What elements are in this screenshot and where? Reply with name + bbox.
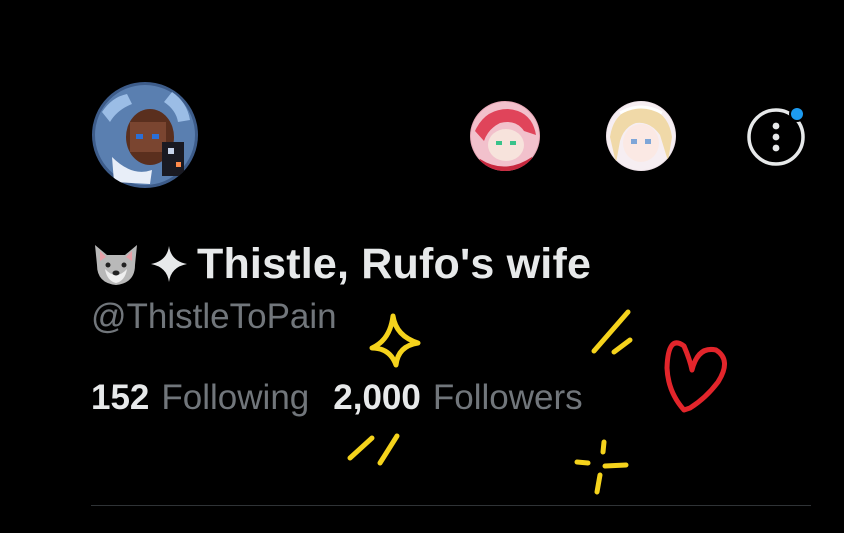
following-count: 152: [91, 378, 150, 417]
more-options-button[interactable]: [745, 106, 807, 168]
cross-line-1: [600, 439, 607, 455]
followers-label: Followers: [432, 378, 583, 417]
cross-line-2: [574, 459, 591, 466]
followers-link[interactable]: 2,000 Followers: [333, 378, 582, 418]
excitement-line-4: [377, 433, 400, 466]
profile-handle: @ThistleToPain: [91, 297, 337, 336]
switch-account-avatar-1[interactable]: [470, 101, 540, 171]
following-link[interactable]: 152 Following: [91, 378, 309, 418]
switch-account-avatar-2[interactable]: [606, 101, 676, 171]
display-name: Thistle, Rufo's wife: [91, 236, 591, 292]
wolf-emoji: [91, 241, 141, 287]
profile-stats: 152 Following 2,000 Followers: [91, 378, 583, 418]
following-label: Following: [161, 378, 310, 417]
cross-line-3: [602, 462, 629, 469]
followers-count: 2,000: [333, 378, 421, 417]
sparkle-emoji: [149, 244, 189, 284]
excitement-line-2: [611, 337, 633, 355]
notification-dot: [791, 108, 803, 120]
more-vertical-icon: [747, 106, 805, 166]
section-divider: [91, 505, 811, 506]
sparkle-doodle: [369, 313, 421, 368]
cross-line-4: [594, 472, 603, 495]
excitement-line-3: [347, 435, 375, 461]
heart-doodle: [664, 340, 727, 413]
display-name-text: Thistle, Rufo's wife: [197, 239, 592, 288]
profile-avatar[interactable]: [92, 82, 198, 188]
excitement-line-1: [591, 309, 631, 354]
